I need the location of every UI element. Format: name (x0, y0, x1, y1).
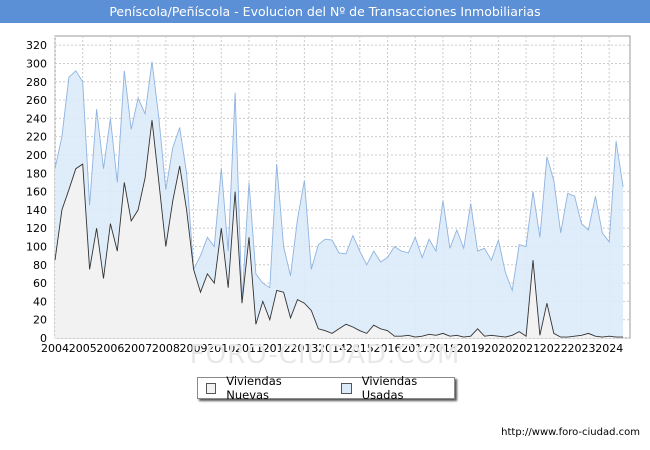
y-tick-label: 100 (26, 240, 47, 253)
legend-item-nuevas: Viviendas Nuevas (206, 374, 319, 402)
legend-swatch-usadas (341, 382, 352, 394)
y-tick-label: 40 (33, 295, 47, 308)
y-tick-label: 300 (26, 57, 47, 70)
legend-swatch-nuevas (206, 382, 217, 394)
legend-label-nuevas: Viviendas Nuevas (226, 374, 282, 402)
source-link[interactable]: http://www.foro-ciudad.com (501, 427, 640, 438)
y-tick-label: 20 (33, 314, 47, 327)
y-tick-label: 60 (33, 277, 47, 290)
y-tick-label: 260 (26, 94, 47, 107)
y-tick-label: 320 (26, 39, 47, 52)
y-tick-label: 280 (26, 76, 47, 89)
legend-label-usadas: Viviendas Usadas (361, 374, 418, 402)
y-tick-label: 240 (26, 112, 47, 125)
y-axis: 0204060801001201401601802002202402602803… (26, 39, 47, 345)
y-tick-label: 160 (26, 186, 47, 199)
y-tick-label: 200 (26, 149, 47, 162)
watermark: FORO-CIUDAD.COM (189, 340, 461, 370)
y-tick-label: 80 (33, 259, 47, 272)
legend-item-usadas: Viviendas Usadas (341, 374, 454, 402)
y-tick-label: 140 (26, 204, 47, 217)
y-tick-label: 180 (26, 167, 47, 180)
y-tick-label: 220 (26, 131, 47, 144)
legend: Viviendas Nuevas Viviendas Usadas (197, 374, 455, 402)
y-tick-label: 120 (26, 222, 47, 235)
chart-title: Peníscola/Peñíscola - Evolucion del Nº d… (0, 0, 650, 23)
transactions-chart: 0204060801001201401601802002202402602803… (26, 35, 631, 355)
